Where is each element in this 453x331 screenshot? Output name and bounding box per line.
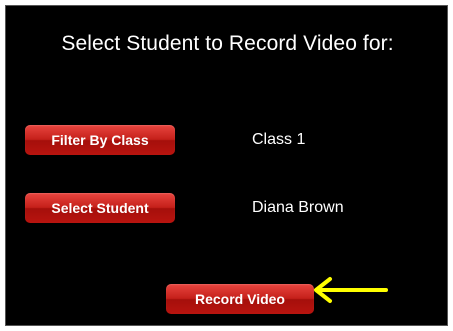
selected-student-value: Diana Brown [252, 199, 344, 216]
selected-class-value: Class 1 [252, 131, 306, 148]
select-student-button[interactable]: Select Student [25, 193, 175, 223]
filter-by-class-button[interactable]: Filter By Class [25, 125, 175, 155]
page-title: Select Student to Record Video for: [61, 32, 394, 55]
arrow-left-icon [314, 277, 388, 303]
record-video-button[interactable]: Record Video [166, 284, 314, 314]
